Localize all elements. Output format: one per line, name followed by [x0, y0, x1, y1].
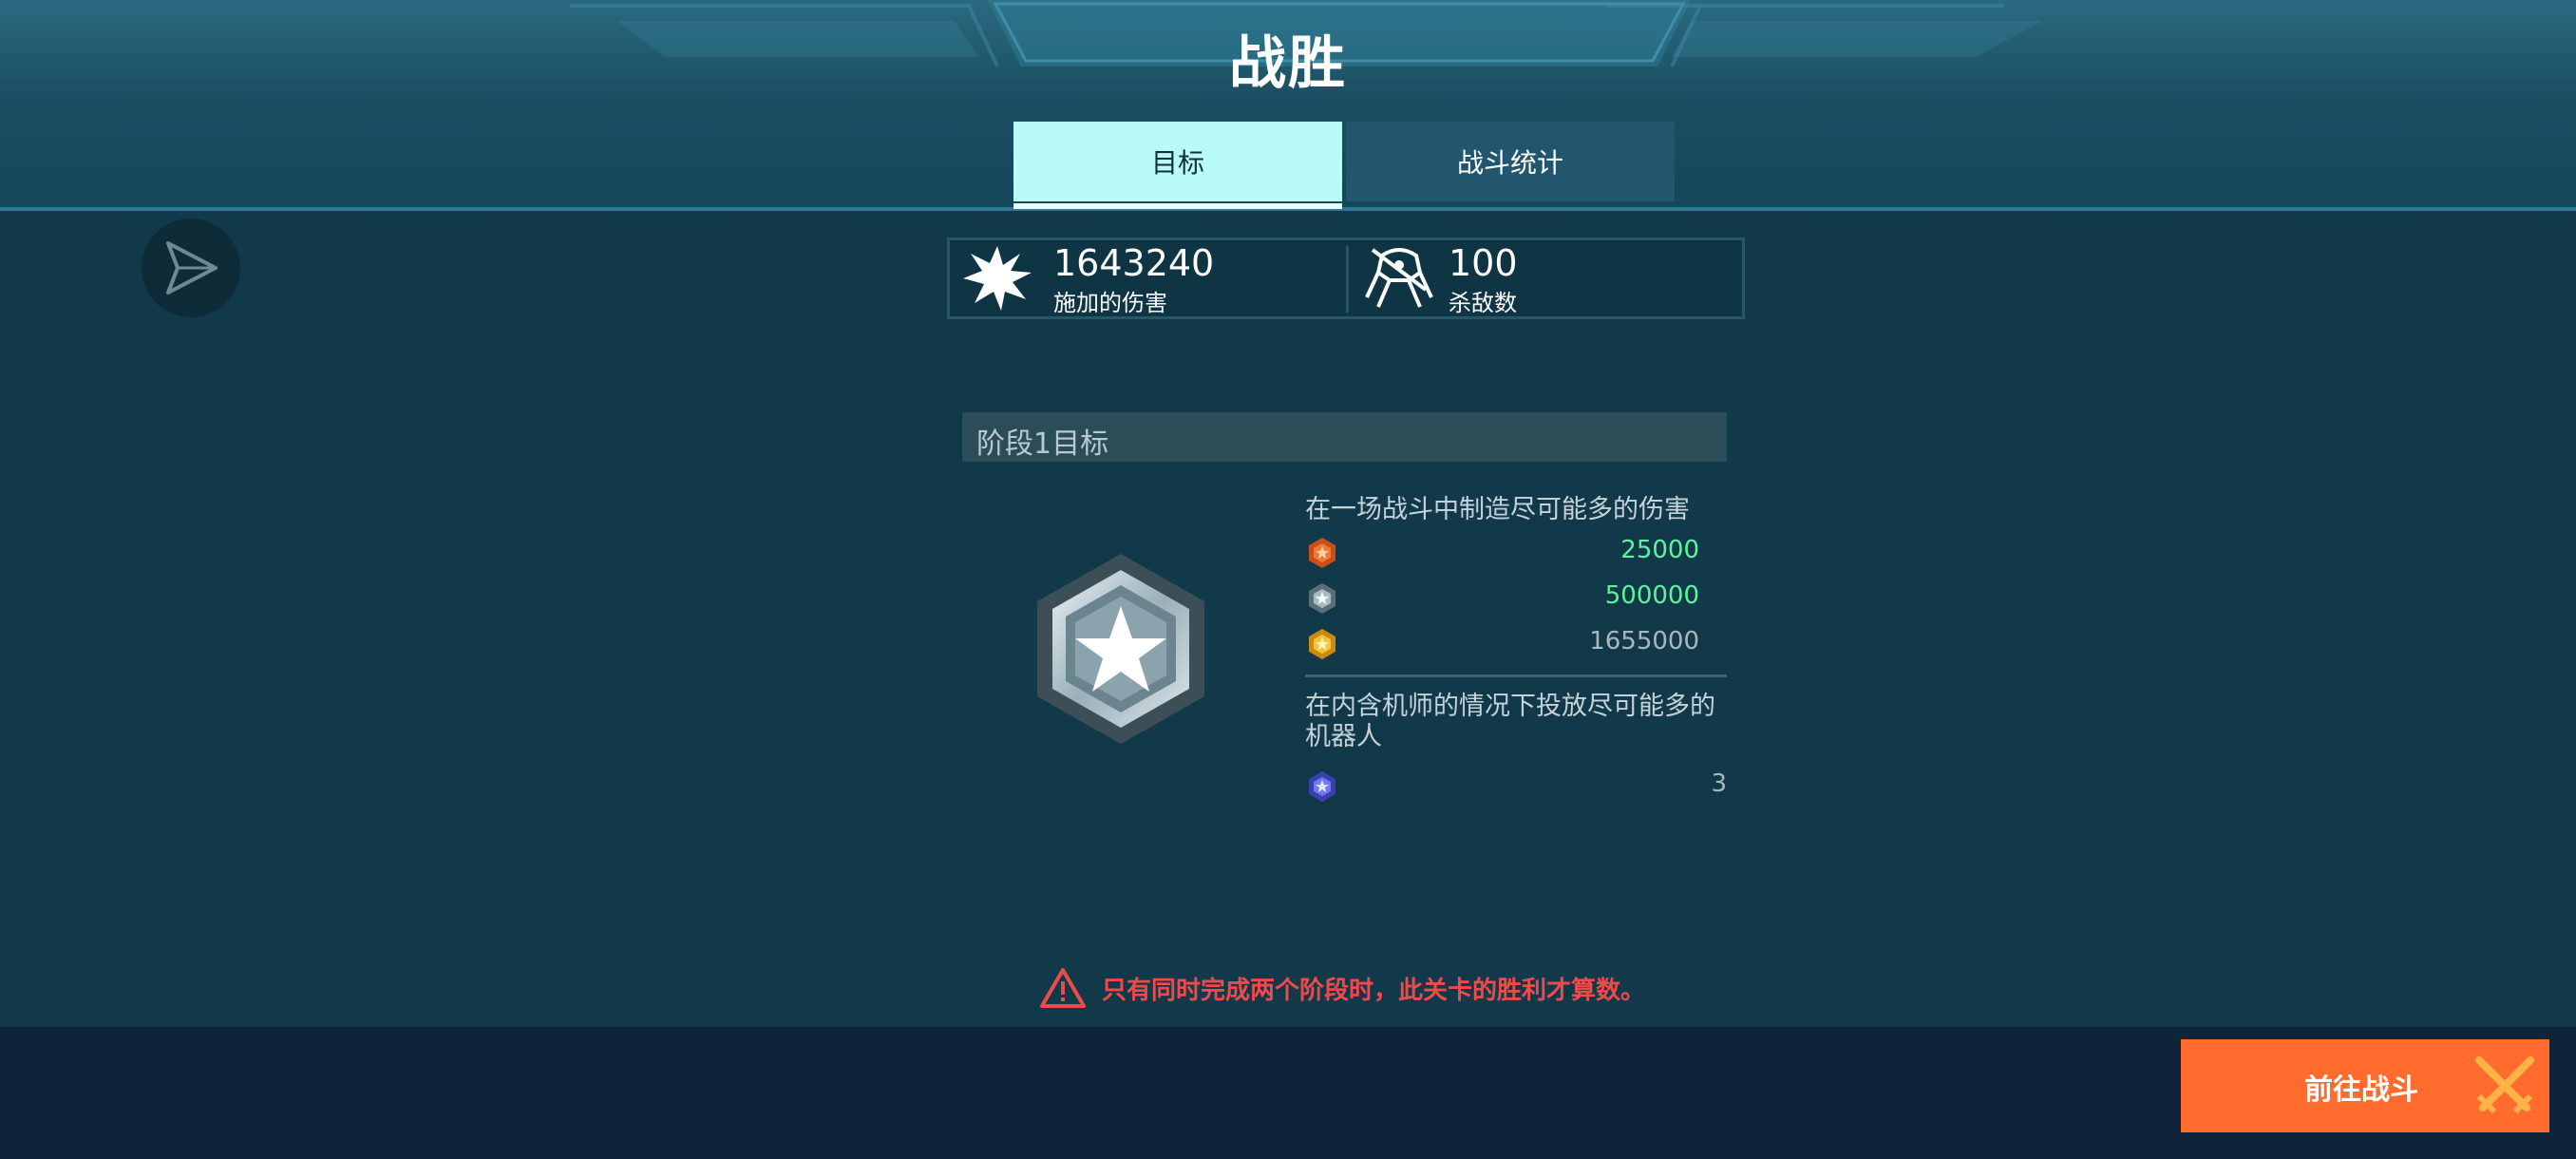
damage-label: 施加的伤害 — [1053, 290, 1167, 316]
reward-value: 25000 — [1620, 536, 1699, 564]
damage-value: 1643240 — [1053, 242, 1215, 284]
reward-row: 500000 — [1305, 578, 1699, 616]
reward-row: 3 — [1305, 766, 1727, 804]
kills-value: 100 — [1449, 242, 1518, 284]
burst-icon — [963, 246, 1032, 311]
battle-summary: 1643240 施加的伤害 100 杀敌数 — [947, 238, 1745, 319]
tab-goals[interactable]: 目标 — [1013, 122, 1342, 201]
page-title: 战胜 — [1229, 30, 1347, 97]
warning-message: 只有同时完成两个阶段时，此关卡的胜利才算数。 — [1039, 965, 1645, 1011]
go-to-battle-button[interactable]: 前往战斗 — [2181, 1039, 2549, 1132]
robot-kill-icon — [1365, 248, 1433, 308]
bronze-rank-icon — [1309, 538, 1335, 568]
tab-battle-stats[interactable]: 战斗统计 — [1346, 122, 1675, 201]
warning-text: 只有同时完成两个阶段时，此关卡的胜利才算数。 — [1102, 976, 1646, 1005]
victory-screen: 战胜 目标 战斗统计 1643240 施加的伤害 100 杀敌数 阶段1目标 在… — [0, 0, 2576, 1159]
gold-rank-icon — [1309, 629, 1335, 659]
objective-2-title: 在内含机师的情况下投放尽可能多的机器人 — [1305, 692, 1715, 751]
objective-separator — [1305, 674, 1727, 677]
reward-row: 1655000 — [1305, 623, 1699, 661]
warning-triangle-icon — [1040, 968, 1086, 1008]
reward-value: 500000 — [1604, 581, 1699, 610]
share-arrow-icon — [166, 241, 218, 294]
silver-star-medal-icon — [1026, 554, 1216, 744]
active-tab-indicator — [1013, 203, 1342, 209]
reward-row: 25000 — [1305, 532, 1699, 570]
stage-header: 阶段1目标 — [962, 412, 1727, 462]
stats-divider — [1346, 246, 1349, 313]
reward-value: 1655000 — [1589, 627, 1699, 656]
stage-title: 阶段1目标 — [976, 428, 1109, 461]
kills-label: 杀敌数 — [1449, 290, 1517, 316]
blue-rank-icon — [1309, 771, 1335, 802]
go-to-battle-label: 前往战斗 — [2304, 1074, 2418, 1107]
silver-rank-icon — [1309, 583, 1335, 614]
objective-1-title: 在一场战斗中制造尽可能多的伤害 — [1305, 495, 1690, 524]
crossed-swords-icon — [2475, 1056, 2534, 1114]
share-button[interactable] — [142, 218, 240, 317]
reward-value: 3 — [1711, 770, 1727, 798]
